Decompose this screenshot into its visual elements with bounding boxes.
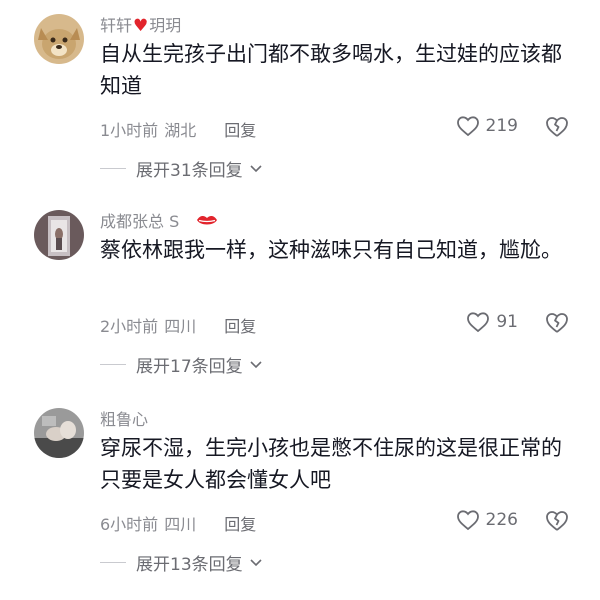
broken-heart-icon	[546, 511, 568, 531]
comment-item-1: 轩轩♥玥玥 自从生完孩子出门都不敢多喝水，生过娃的应该都知道 1小时前 湖北 回复 …	[0, 14, 600, 194]
avatar[interactable]	[34, 210, 84, 260]
timestamp: 2小时前	[100, 317, 159, 336]
location: 湖北	[164, 121, 197, 140]
username[interactable]: 粗鲁心	[100, 406, 148, 430]
comment-meta: 6小时前 四川 回复	[100, 511, 256, 535]
heart-outline-icon	[456, 116, 479, 137]
dislike-button[interactable]	[544, 115, 570, 143]
username[interactable]: 成都张总 S	[100, 208, 218, 232]
divider-line	[100, 562, 126, 563]
heart-outline-icon	[456, 510, 479, 531]
avatar[interactable]	[34, 408, 84, 458]
like-button[interactable]: 226	[456, 509, 518, 531]
reply-button[interactable]: 回复	[224, 515, 256, 534]
expand-replies-button[interactable]: 展开17条回复	[100, 352, 263, 377]
chevron-down-icon	[249, 159, 263, 179]
dislike-button[interactable]	[544, 311, 570, 339]
timestamp: 6小时前	[100, 515, 159, 534]
like-count: 226	[485, 510, 518, 530]
comment-text: 蔡依林跟我一样，这种滋味只有自己知道，尴尬。	[100, 238, 562, 262]
reply-button[interactable]: 回复	[224, 121, 256, 140]
like-count: 219	[485, 116, 518, 136]
expand-replies-button[interactable]: 展开31条回复	[100, 156, 263, 181]
heart-icon: ♥	[133, 16, 149, 36]
comment-meta: 2小时前 四川 回复	[100, 313, 256, 337]
like-count: 91	[496, 312, 518, 332]
location: 四川	[164, 317, 197, 336]
avatar[interactable]	[34, 14, 84, 64]
divider-line	[100, 364, 126, 365]
timestamp: 1小时前	[100, 121, 159, 140]
broken-heart-icon	[546, 313, 568, 333]
comment-item-3: 粗鲁心 穿尿不湿，生完小孩也是憋不住尿的这是很正常的只要是女人都会懂女人吧 6小…	[0, 408, 600, 588]
divider-line	[100, 168, 126, 169]
chevron-down-icon	[249, 355, 263, 375]
heart-outline-icon	[467, 312, 490, 333]
comment-item-2: 成都张总 S 蔡依林跟我一样，这种滋味只有自己知道，尴尬。 2小时前 四川 回复 9…	[0, 210, 600, 390]
lips-icon	[191, 212, 218, 231]
location: 四川	[164, 515, 197, 534]
broken-heart-icon	[546, 117, 568, 137]
chevron-down-icon	[249, 553, 263, 573]
expand-replies-button[interactable]: 展开13条回复	[100, 550, 263, 575]
comment-text: 自从生完孩子出门都不敢多喝水，生过娃的应该都知道	[100, 42, 562, 98]
reply-button[interactable]: 回复	[224, 317, 256, 336]
like-button[interactable]: 91	[466, 311, 518, 333]
comment-text: 穿尿不湿，生完小孩也是憋不住尿的这是很正常的只要是女人都会懂女人吧	[100, 436, 562, 492]
comment-meta: 1小时前 湖北 回复	[100, 117, 256, 141]
dislike-button[interactable]	[544, 509, 570, 537]
like-button[interactable]: 219	[456, 115, 518, 137]
username[interactable]: 轩轩♥玥玥	[100, 12, 181, 36]
